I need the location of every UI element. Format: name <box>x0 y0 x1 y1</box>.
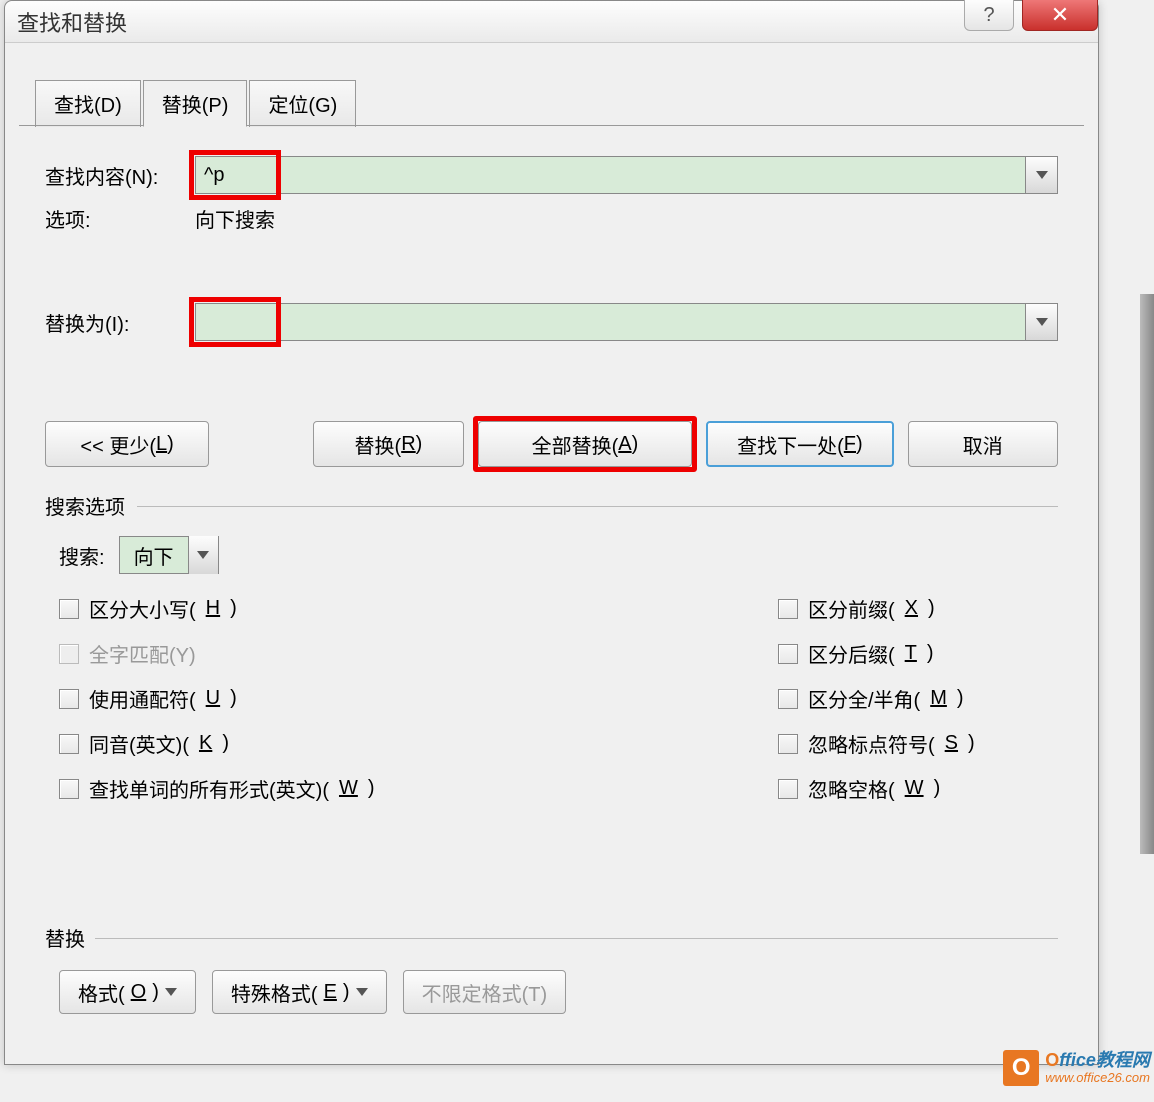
replace-all-button[interactable]: 全部替换(A) <box>478 421 693 467</box>
titlebar-buttons: ? ✕ <box>964 0 1098 31</box>
chevron-down-icon <box>165 988 177 996</box>
replace-button[interactable]: 替换(R) <box>313 421 463 467</box>
watermark-brand: Office教程网 <box>1045 1051 1150 1071</box>
checkbox-icon <box>59 689 79 709</box>
help-button[interactable]: ? <box>964 0 1014 31</box>
replace-dropdown-button[interactable] <box>1026 303 1058 341</box>
search-options-title: 搜索选项 <box>45 491 1058 520</box>
options-value: 向下搜索 <box>195 204 275 233</box>
chevron-down-icon <box>1036 171 1048 179</box>
find-dropdown-button[interactable] <box>1026 156 1058 194</box>
help-icon: ? <box>983 4 994 27</box>
checkbox-ignore-punct[interactable]: 忽略标点符号(S) <box>778 729 1058 758</box>
checkbox-whole-word: 全字匹配(Y) <box>59 639 778 668</box>
less-button[interactable]: << 更少(L) <box>45 421 209 467</box>
chevron-down-icon <box>1036 318 1048 326</box>
checkboxes-right-column: 区分前缀(X) 区分后缀(T) 区分全/半角(M) 忽略标点符号(S) 忽略空格… <box>778 594 1058 803</box>
scrollbar-shadow <box>1140 294 1154 854</box>
options-label: 选项: <box>45 204 195 233</box>
close-icon: ✕ <box>1051 2 1069 28</box>
checkbox-icon <box>59 644 79 664</box>
checkbox-ignore-space[interactable]: 忽略空格(W) <box>778 774 1058 803</box>
titlebar-title: 查找和替换 <box>17 6 127 38</box>
format-button[interactable]: 格式(O) <box>59 970 196 1014</box>
chevron-down-icon <box>356 988 368 996</box>
checkbox-icon <box>778 689 798 709</box>
tab-replace[interactable]: 替换(P) <box>143 80 248 127</box>
search-direction-dropdown[interactable] <box>188 536 218 574</box>
replace-with-label: 替换为(I): <box>45 308 195 337</box>
checkbox-sounds-like[interactable]: 同音(英文)(K) <box>59 729 778 758</box>
search-direction-row: 搜索: 向下 <box>45 536 1058 574</box>
checkbox-suffix[interactable]: 区分后缀(T) <box>778 639 1058 668</box>
checkbox-wildcards[interactable]: 使用通配符(U) <box>59 684 778 713</box>
find-replace-dialog: 查找和替换 ? ✕ 查找(D) 替换(P) 定位(G) 查找内容(N): 选项:… <box>4 0 1099 1065</box>
tab-find[interactable]: 查找(D) <box>35 80 141 127</box>
find-content-row: 查找内容(N): <box>45 156 1058 194</box>
checkbox-icon <box>778 734 798 754</box>
dialog-content: 查找内容(N): 选项: 向下搜索 替换为(I): << 更少(L) 替换(R)… <box>5 126 1098 1034</box>
find-next-button[interactable]: 查找下一处(F) <box>706 421 893 467</box>
replace-format-section: 替换 格式(O) 特殊格式(E) 不限定格式(T) <box>45 923 1058 1014</box>
tabs: 查找(D) 替换(P) 定位(G) <box>5 43 1098 126</box>
titlebar: 查找和替换 ? ✕ <box>5 1 1098 43</box>
search-direction-label: 搜索: <box>59 541 105 570</box>
tab-goto[interactable]: 定位(G) <box>249 80 356 127</box>
checkbox-icon <box>778 644 798 664</box>
format-buttons: 格式(O) 特殊格式(E) 不限定格式(T) <box>45 970 1058 1014</box>
replace-section-title: 替换 <box>45 923 1058 952</box>
options-row: 选项: 向下搜索 <box>45 204 1058 233</box>
checkboxes-container: 区分大小写(H) 全字匹配(Y) 使用通配符(U) 同音(英文)(K) 查找单词… <box>45 594 1058 803</box>
checkbox-fullhalf[interactable]: 区分全/半角(M) <box>778 684 1058 713</box>
replace-with-row: 替换为(I): <box>45 303 1058 341</box>
search-direction-select[interactable]: 向下 <box>119 536 219 574</box>
checkbox-icon <box>59 779 79 799</box>
cancel-button[interactable]: 取消 <box>908 421 1058 467</box>
checkbox-icon <box>778 599 798 619</box>
watermark-icon: O <box>1003 1050 1039 1086</box>
checkbox-word-forms[interactable]: 查找单词的所有形式(英文)(W) <box>59 774 778 803</box>
highlight-box-replaceall <box>473 416 698 472</box>
action-buttons: << 更少(L) 替换(R) 全部替换(A) 查找下一处(F) 取消 <box>45 421 1058 467</box>
checkbox-prefix[interactable]: 区分前缀(X) <box>778 594 1058 623</box>
checkbox-match-case[interactable]: 区分大小写(H) <box>59 594 778 623</box>
find-content-input[interactable] <box>195 156 1026 194</box>
checkboxes-left-column: 区分大小写(H) 全字匹配(Y) 使用通配符(U) 同音(英文)(K) 查找单词… <box>59 594 778 803</box>
chevron-down-icon <box>197 551 209 559</box>
find-content-label: 查找内容(N): <box>45 161 195 190</box>
close-button[interactable]: ✕ <box>1022 0 1098 31</box>
checkbox-icon <box>59 599 79 619</box>
replace-with-input[interactable] <box>195 303 1026 341</box>
checkbox-icon <box>778 779 798 799</box>
no-format-button: 不限定格式(T) <box>403 970 567 1014</box>
special-format-button[interactable]: 特殊格式(E) <box>212 970 387 1014</box>
watermark: O Office教程网 www.office26.com <box>1003 1050 1150 1086</box>
watermark-url: www.office26.com <box>1045 1071 1150 1085</box>
checkbox-icon <box>59 734 79 754</box>
